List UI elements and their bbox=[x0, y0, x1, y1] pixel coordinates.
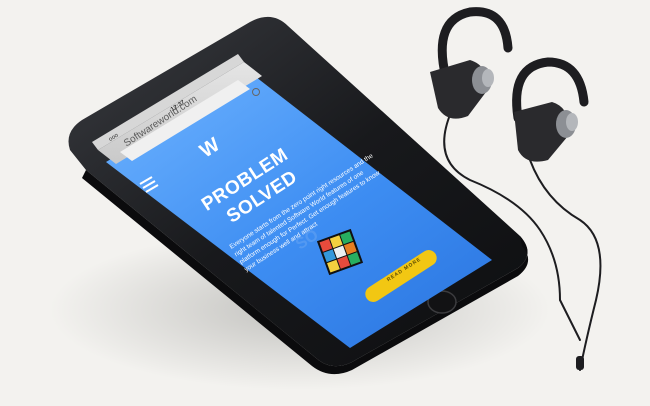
cable-joined bbox=[559, 299, 581, 341]
earbud-right bbox=[514, 102, 578, 162]
cable-right bbox=[529, 159, 602, 371]
cable-slider bbox=[576, 356, 584, 370]
